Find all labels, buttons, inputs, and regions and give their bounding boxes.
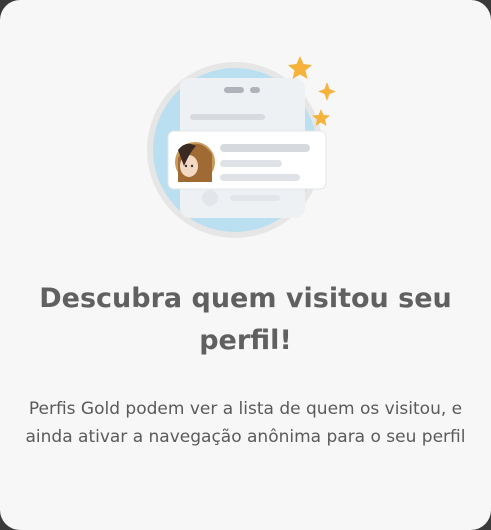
profile-card-icon bbox=[167, 130, 327, 190]
star-icon bbox=[288, 56, 312, 79]
profile-visitors-illustration-icon bbox=[147, 56, 336, 238]
gold-visitors-dialog: Descubra quem visitou seu perfil! Perfis… bbox=[0, 0, 491, 530]
sparkle-icon bbox=[318, 82, 336, 101]
dialog-title: Descubra quem visitou seu perfil! bbox=[39, 283, 452, 356]
dialog-description: Perfis Gold podem ver a lista de quem os… bbox=[25, 399, 466, 447]
avatar-icon bbox=[175, 142, 215, 182]
